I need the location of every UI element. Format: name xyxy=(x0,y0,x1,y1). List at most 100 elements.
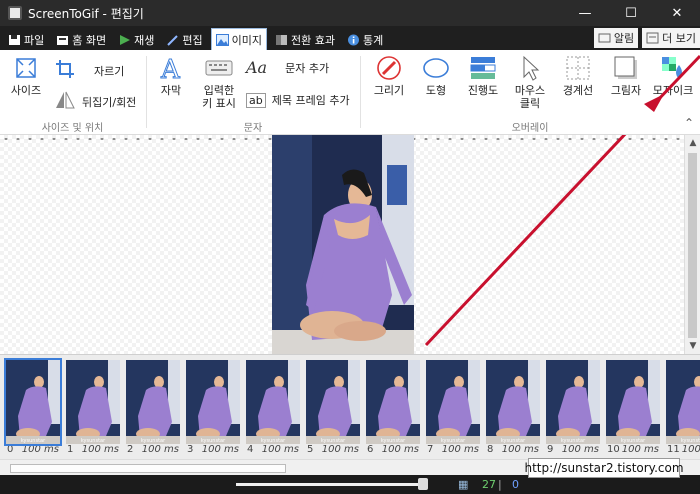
tab-label: 전환 효과 xyxy=(290,34,335,47)
frame-thumbnail[interactable]: kysunstar 8 100 ms xyxy=(486,360,540,460)
zoom-slider[interactable] xyxy=(236,483,426,486)
frame-delay: 100 ms xyxy=(321,444,359,455)
frame-delay: 100 ms xyxy=(381,444,419,455)
scroll-thumb[interactable] xyxy=(10,464,286,473)
scroll-down-icon[interactable]: ▼ xyxy=(685,338,700,354)
frame-thumbnail[interactable]: kysunstar11100 ms xyxy=(666,360,700,460)
image-icon xyxy=(215,33,229,46)
frame-delay: 100 ms xyxy=(81,444,119,455)
scroll-thumb[interactable] xyxy=(688,153,697,338)
maximize-button[interactable]: ☐ xyxy=(608,0,654,26)
frame-thumbnail[interactable]: kysunstar 0 100 ms xyxy=(4,358,62,460)
frame-thumbnail[interactable]: kysunstar 10 100 ms xyxy=(606,360,660,460)
frame-delay: 100 ms xyxy=(201,444,239,455)
home-icon xyxy=(56,34,69,46)
selected-frame: 0 xyxy=(512,478,519,491)
frame-thumbnail[interactable]: kysunstar 1 100 ms xyxy=(66,360,120,460)
app-icon xyxy=(8,6,22,20)
frame-index: 11 xyxy=(667,444,680,455)
transition-icon xyxy=(275,34,288,46)
svg-text:kysunstar: kysunstar xyxy=(21,438,46,444)
frame-thumbnail[interactable]: kysunstar 6 100 ms xyxy=(366,360,420,460)
frame-delay: 100 ms xyxy=(561,444,599,455)
vertical-scrollbar[interactable]: ▲ ▼ xyxy=(684,135,700,354)
info-icon xyxy=(347,34,360,46)
svg-text:kysunstar: kysunstar xyxy=(261,438,286,444)
frame-index: 9 xyxy=(547,444,554,455)
frame-index: 4 xyxy=(247,444,254,455)
frame-thumbnail[interactable]: kysunstar 3 100 ms xyxy=(186,360,240,460)
tab-transitions[interactable]: 전환 효과 xyxy=(271,30,339,50)
frame-index: 2 xyxy=(127,444,134,455)
frame-thumbnail-image: kysunstar xyxy=(606,360,660,444)
annotation-arrow xyxy=(424,135,627,347)
frame-thumbnail-image: kysunstar xyxy=(666,360,700,444)
frame-thumbnail[interactable]: kysunstar 2 100 ms xyxy=(126,360,180,460)
scroll-up-icon[interactable]: ▲ xyxy=(685,135,700,151)
frame-thumbnail[interactable]: kysunstar 4 100 ms xyxy=(246,360,300,460)
frame-canvas[interactable] xyxy=(0,135,684,354)
tab-playback[interactable]: 재생 xyxy=(114,30,158,50)
tab-label: 재생 xyxy=(134,34,155,47)
zoom-slider-thumb[interactable] xyxy=(418,478,428,490)
frame-thumbnail-image: kysunstar xyxy=(306,360,360,444)
svg-text:kysunstar: kysunstar xyxy=(441,438,466,444)
svg-text:kysunstar: kysunstar xyxy=(381,438,406,444)
frame-index: 3 xyxy=(187,444,194,455)
minimize-button[interactable]: — xyxy=(562,0,608,26)
tab-label: 알림 xyxy=(613,32,635,45)
svg-text:kysunstar: kysunstar xyxy=(201,438,226,444)
tab-statistics[interactable]: 통계 xyxy=(343,30,387,50)
tab-label: 통계 xyxy=(362,34,384,47)
svg-text:kysunstar: kysunstar xyxy=(621,438,646,444)
frames-icon: ▦ xyxy=(458,478,469,491)
annotation-arrowhead xyxy=(644,54,700,112)
save-icon xyxy=(8,34,21,46)
frame-delay: 100 ms xyxy=(441,444,479,455)
tab-edit[interactable]: 편집 xyxy=(162,30,206,50)
frame-thumbnail[interactable]: kysunstar 5 100 ms xyxy=(306,360,360,460)
tab-image[interactable]: 이미지 xyxy=(210,28,267,50)
ribbon-tabs: 파일 홈 화면 재생 편집 이미지 전환 효과 통계 알림 더 보기 xyxy=(0,26,700,50)
svg-text:kysunstar: kysunstar xyxy=(501,438,526,444)
play-icon xyxy=(118,34,131,46)
frame-index: 5 xyxy=(307,444,314,455)
tab-label: 편집 xyxy=(182,34,203,47)
frame-thumbnail-image: kysunstar xyxy=(126,360,180,444)
tab-label: 파일 xyxy=(24,34,45,47)
tab-notifications[interactable]: 알림 xyxy=(593,28,639,48)
frame-thumbnail-image: kysunstar xyxy=(546,360,600,444)
divider: | xyxy=(498,478,502,491)
tab-label: 홈 화면 xyxy=(72,34,107,47)
frame-thumbnail[interactable]: kysunstar 7 100 ms xyxy=(426,360,480,460)
title-bar: ScreenToGif - 편집기 — ☐ ✕ xyxy=(0,0,700,26)
frame-index: 10 xyxy=(607,444,620,455)
frame-index: 8 xyxy=(487,444,494,455)
frame-delay: 100 ms xyxy=(501,444,539,455)
frame-delay: 100 ms xyxy=(681,444,700,455)
frame-index: 1 xyxy=(67,444,74,455)
tab-home[interactable]: 홈 화면 xyxy=(52,30,110,50)
frame-delay: 100 ms xyxy=(261,444,299,455)
tab-file[interactable]: 파일 xyxy=(4,30,48,50)
frame-thumbnail-image: kysunstar xyxy=(486,360,540,444)
tab-more[interactable]: 더 보기 xyxy=(642,28,700,48)
blog-watermark: http://sunstar2.tistory.com xyxy=(524,458,684,478)
frame-thumbnail-image: kysunstar xyxy=(246,360,300,444)
frame-delay: 100 ms xyxy=(21,444,59,455)
edit-icon xyxy=(166,34,179,46)
svg-text:kysunstar: kysunstar xyxy=(81,438,106,444)
frame-thumbnail-image: kysunstar xyxy=(426,360,480,444)
frame-thumbnail-image: kysunstar xyxy=(66,360,120,444)
frame-delay: 100 ms xyxy=(621,444,659,455)
frame-thumbnail-image: kysunstar xyxy=(186,360,240,444)
frame-count: 27 xyxy=(482,478,496,491)
svg-text:kysunstar: kysunstar xyxy=(141,438,166,444)
frame-index: 6 xyxy=(367,444,374,455)
close-button[interactable]: ✕ xyxy=(654,0,700,26)
window-title: ScreenToGif - 편집기 xyxy=(28,6,144,21)
frame-delay: 100 ms xyxy=(141,444,179,455)
tab-label: 이미지 xyxy=(231,33,262,47)
svg-text:kysunstar: kysunstar xyxy=(321,438,346,444)
frame-thumbnail[interactable]: kysunstar 9 100 ms xyxy=(546,360,600,460)
